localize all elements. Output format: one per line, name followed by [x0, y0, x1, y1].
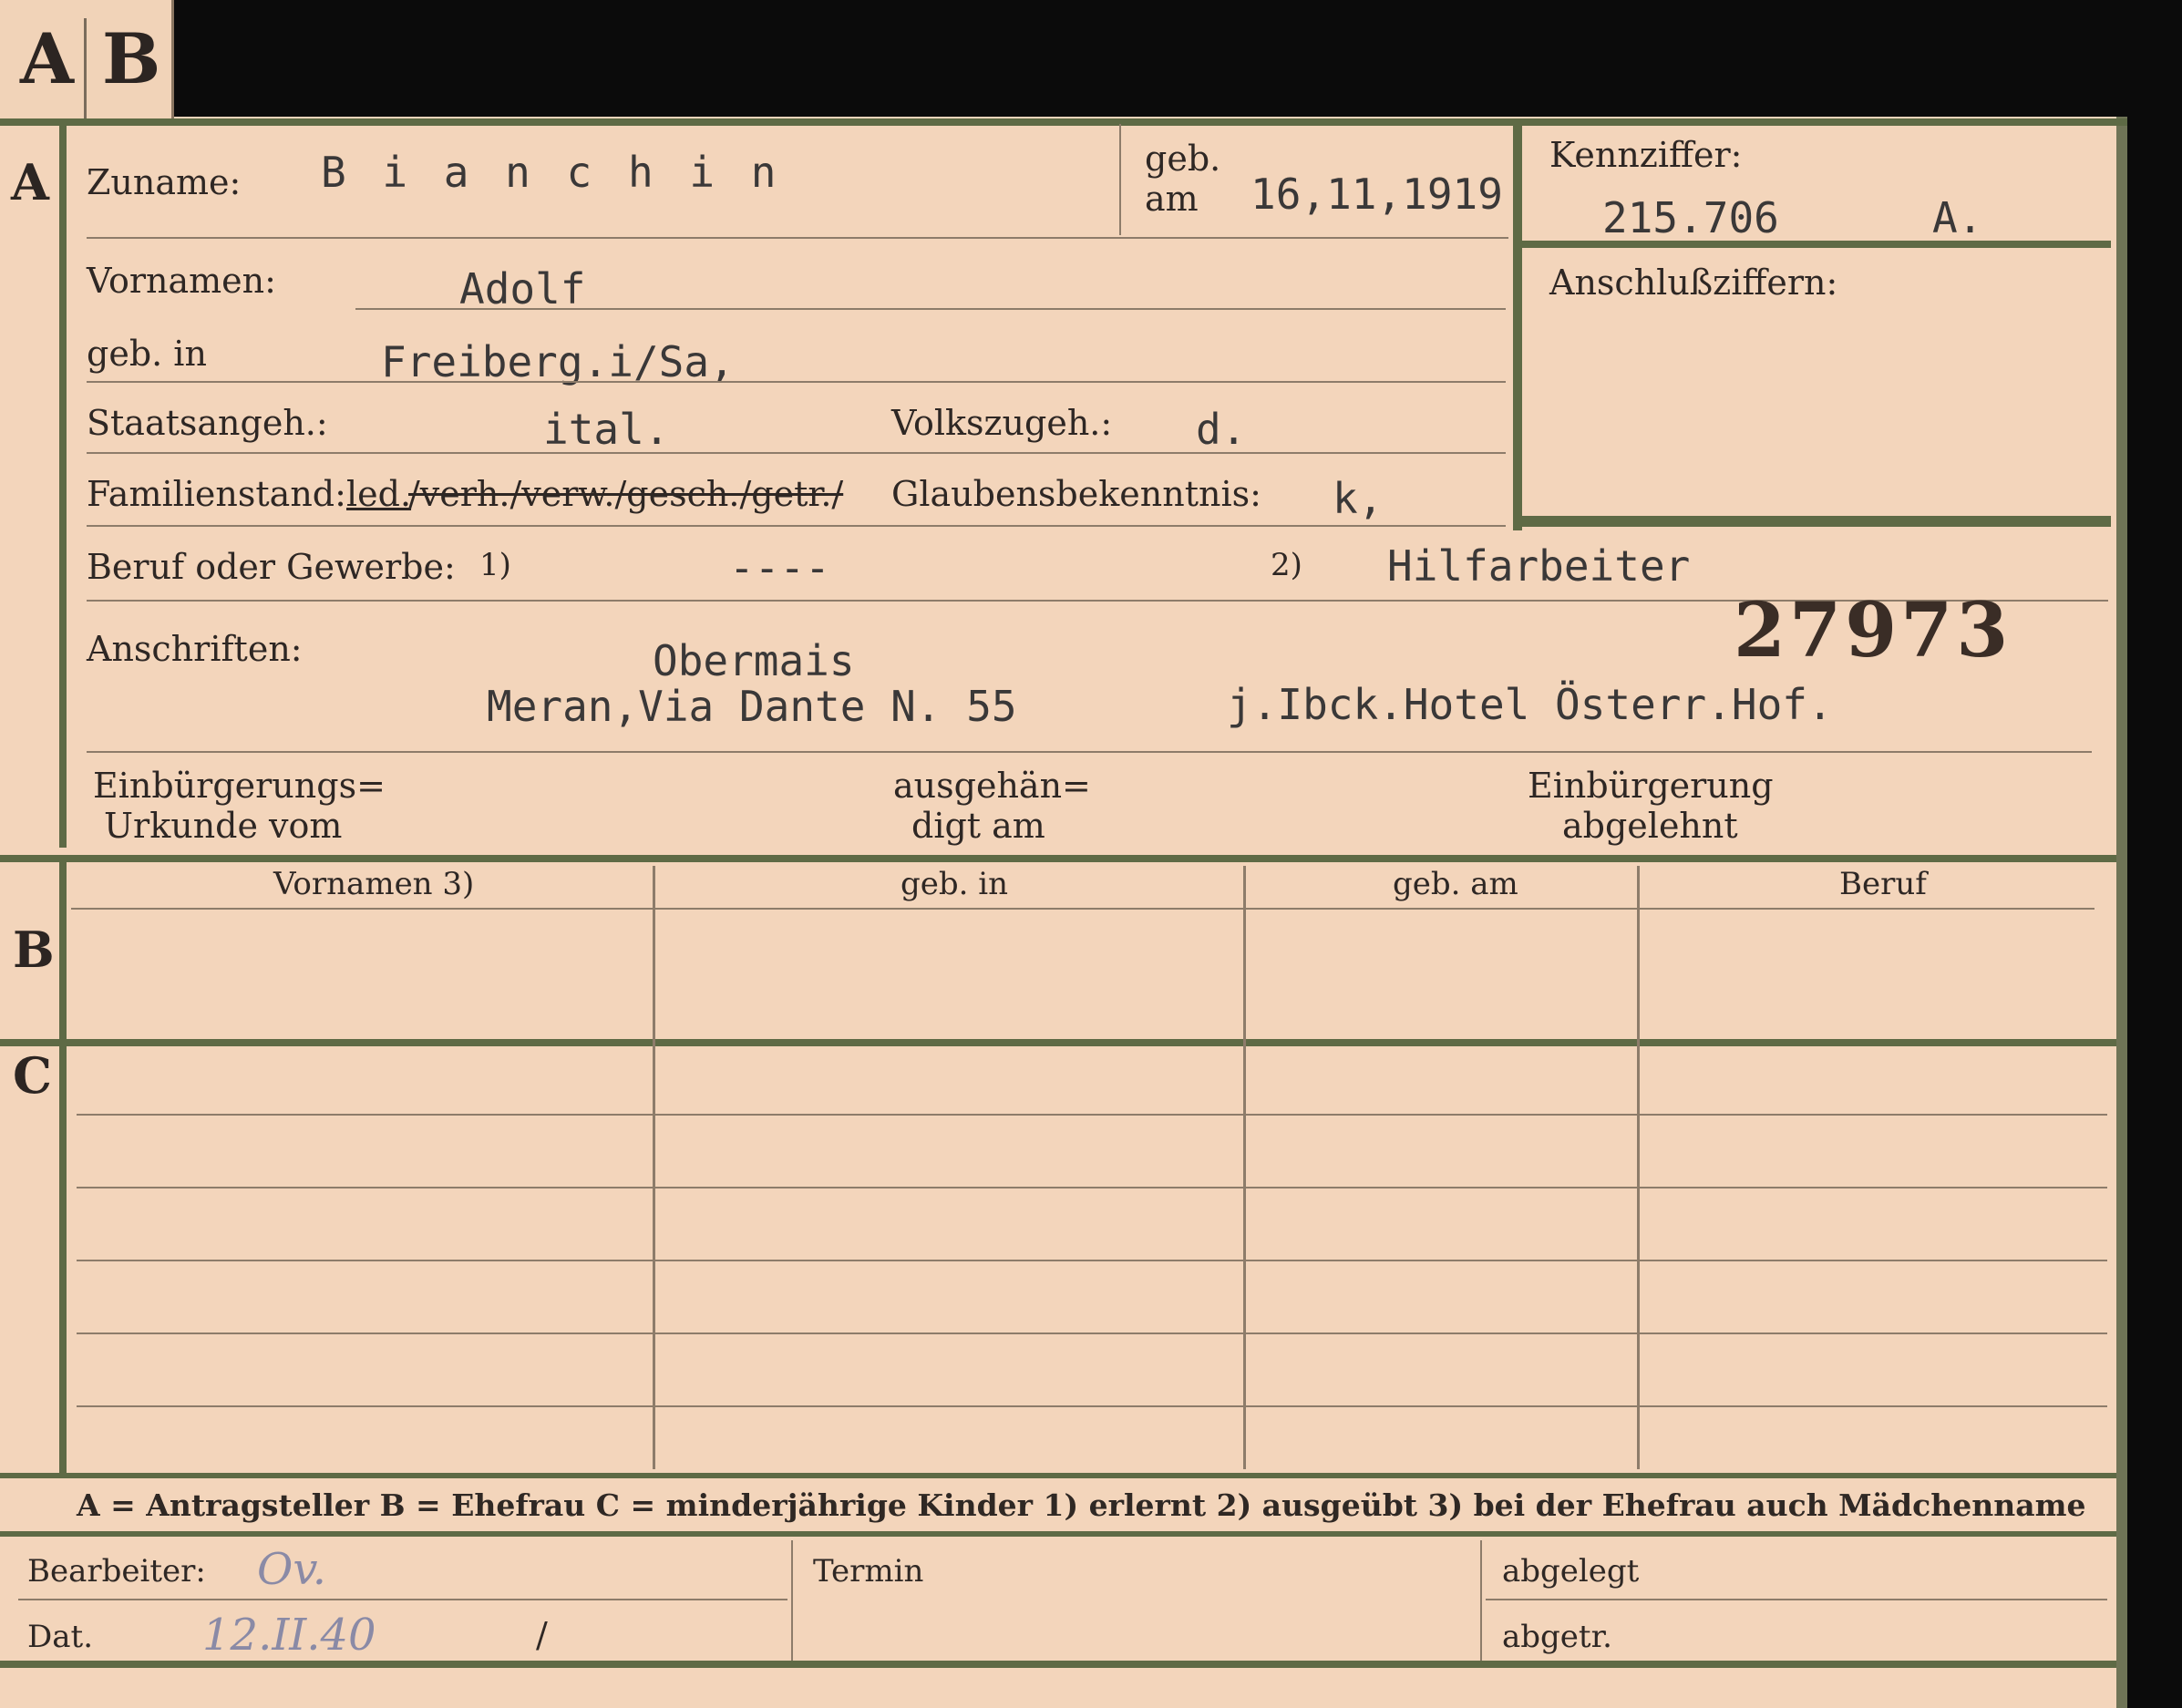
- zuname-underline: [87, 237, 1508, 239]
- kennziffer-box-bottom: [1522, 516, 2111, 527]
- einbuergerung-abgelehnt-2: abgelehnt: [1562, 806, 1738, 846]
- table-b-header-vornamen: Vornamen 3): [273, 866, 475, 902]
- volkszugeh-value: d.: [1196, 405, 1247, 454]
- familienstand-selected: led.: [346, 474, 412, 514]
- beruf-value-1: ----: [729, 543, 830, 592]
- tab-letter-a: A: [20, 18, 74, 99]
- ausgehaendigt-1: ausgehän=: [893, 766, 1091, 806]
- table-b-header-beruf: Beruf: [1839, 866, 1927, 902]
- familienstand-struck-options: /verh./verw./gesch./getr./: [408, 474, 844, 514]
- address-line-2: Meran,Via Dante N. 55: [487, 682, 1017, 731]
- table-b-header-rule: [71, 908, 2095, 910]
- abgetr-label: abgetr.: [1502, 1619, 1612, 1655]
- tab-divider: [84, 18, 87, 118]
- geb-label-2: am: [1145, 179, 1199, 219]
- section-b-bottom-rule: [0, 1039, 2116, 1046]
- staatsangeh-value: ital.: [543, 405, 670, 454]
- legend-bottom-rule: [0, 1531, 2116, 1537]
- stamp-number: 27973: [1734, 587, 2012, 674]
- glaubens-label: Glaubensbekenntnis:: [891, 474, 1261, 514]
- top-border: [0, 118, 2127, 126]
- geb-in-value: Freiberg.i/Sa,: [381, 337, 735, 386]
- einbuergerung-urkunde-2: Urkunde vom: [104, 806, 343, 846]
- geb-in-underline: [87, 381, 1506, 383]
- geb-am-value: 16,11,1919: [1251, 170, 1503, 219]
- footer-divider-1: [791, 1540, 793, 1661]
- section-label-a: A: [11, 153, 49, 211]
- table-b-header-geb-am: geb. am: [1393, 866, 1518, 902]
- vornamen-value: Adolf: [459, 264, 586, 314]
- geb-in-label: geb. in: [87, 334, 207, 374]
- volkszugeh-label: Volkszugeh.:: [891, 403, 1113, 443]
- legend-text: A = Antragsteller B = Ehefrau C = minder…: [77, 1487, 2086, 1523]
- table-c-row-rule-4: [77, 1332, 2107, 1334]
- dat-label: Dat.: [27, 1619, 94, 1655]
- table-c-row-rule-1: [77, 1114, 2107, 1116]
- staatsangeh-underline: [87, 452, 1506, 454]
- einbuergerung-abgelehnt-1: Einbürgerung: [1528, 766, 1774, 806]
- kennziffer-suffix: A.: [1932, 193, 1983, 242]
- index-card: [0, 117, 2127, 1708]
- ausgehaendigt-2: digt am: [911, 806, 1045, 846]
- abgelegt-underline: [1486, 1599, 2107, 1600]
- anschriften-underline: [87, 751, 2092, 753]
- section-a-bottom-rule: [0, 855, 2116, 862]
- address-line-3: j.Ibck.Hotel Österr.Hof.: [1227, 680, 1833, 729]
- bearbeiter-underline: [18, 1599, 787, 1600]
- bearbeiter-label: Bearbeiter:: [27, 1553, 206, 1590]
- beruf-value-2: Hilfarbeiter: [1387, 541, 1691, 591]
- dat-value: 12.II.40: [202, 1610, 376, 1661]
- zuname-value: B i a n c h i n: [321, 148, 782, 197]
- table-c-row-rule-2: [77, 1187, 2107, 1188]
- card-right-edge: [2116, 117, 2127, 1708]
- familienstand-underline: [87, 525, 1506, 527]
- kennziffer-box-left: [1513, 120, 1522, 530]
- section-bc-left-rule: [59, 862, 67, 1473]
- table-col-rule-1: [653, 866, 655, 1469]
- beruf-note-2: 2): [1271, 547, 1302, 583]
- geb-am-divider: [1119, 124, 1121, 235]
- vornamen-label: Vornamen:: [87, 261, 276, 301]
- termin-label: Termin: [813, 1553, 924, 1590]
- section-a-left-rule: [59, 118, 67, 848]
- zuname-label: Zuname:: [87, 162, 242, 202]
- staatsangeh-label: Staatsangeh.:: [87, 403, 328, 443]
- section-label-b: B: [13, 921, 55, 979]
- beruf-note-1: 1): [479, 547, 511, 583]
- bearbeiter-value: Ov.: [257, 1544, 327, 1595]
- anschlussziffern-label: Anschlußziffern:: [1549, 262, 1838, 303]
- table-c-row-rule-5: [77, 1405, 2107, 1407]
- address-line-1: Obermais: [653, 636, 855, 685]
- einbuergerung-urkunde-1: Einbürgerungs=: [93, 766, 386, 806]
- table-b-header-geb-in: geb. in: [901, 866, 1009, 902]
- vornamen-underline: [355, 308, 1506, 310]
- kennziffer-label: Kennziffer:: [1549, 135, 1743, 175]
- geb-label-1: geb.: [1145, 139, 1221, 179]
- beruf-label: Beruf oder Gewerbe:: [87, 547, 456, 587]
- abgelegt-label: abgelegt: [1502, 1553, 1640, 1590]
- table-c-row-rule-3: [77, 1260, 2107, 1261]
- anschriften-label: Anschriften:: [87, 629, 303, 669]
- footer-divider-2: [1480, 1540, 1482, 1661]
- dat-slash: /: [536, 1615, 548, 1655]
- tab-letter-b: B: [102, 18, 161, 99]
- familienstand-label: Familienstand:: [87, 474, 346, 514]
- bottom-border: [0, 1661, 2116, 1668]
- kennziffer-value: 215.706: [1602, 193, 1779, 242]
- section-c-bottom-rule: [0, 1473, 2116, 1478]
- table-col-rule-3: [1637, 866, 1640, 1469]
- table-col-rule-2: [1243, 866, 1246, 1469]
- section-label-c: C: [13, 1046, 52, 1105]
- glaubens-value: k,: [1333, 474, 1384, 523]
